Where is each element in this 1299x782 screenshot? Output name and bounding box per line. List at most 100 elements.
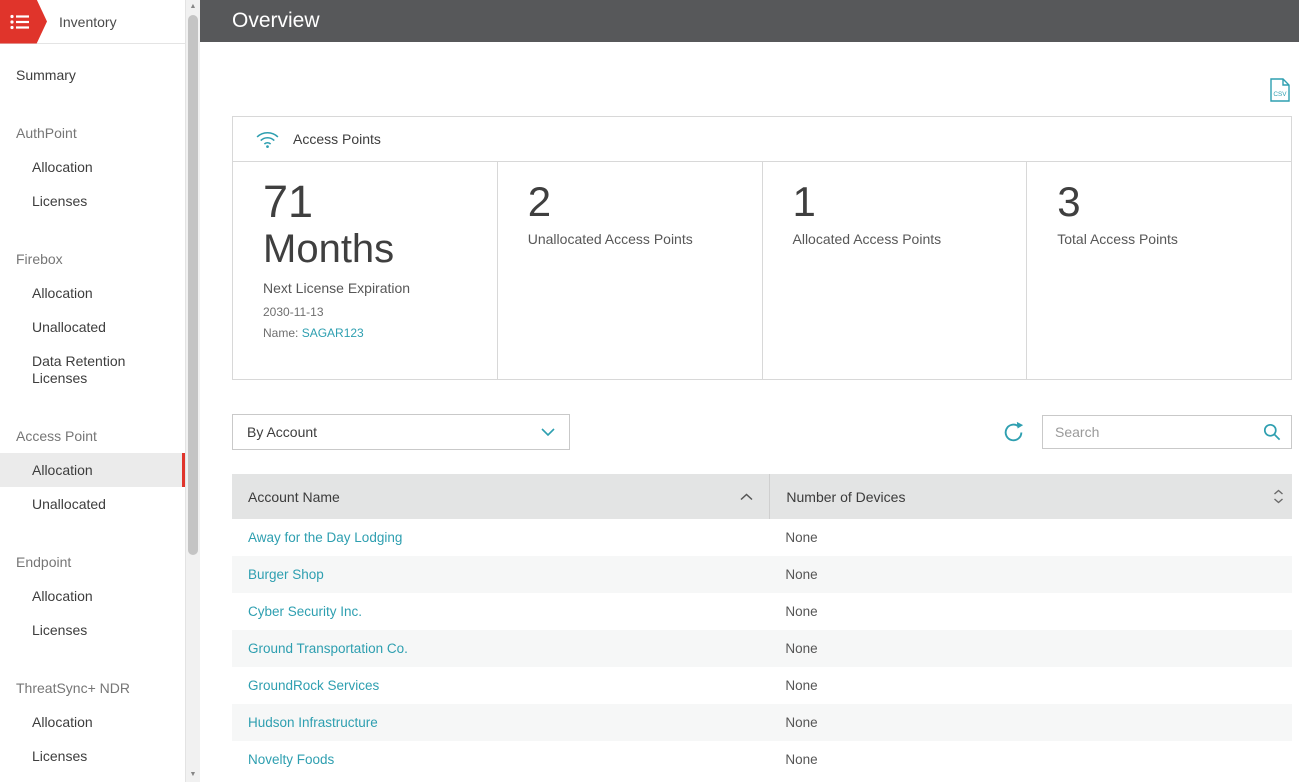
- sidebar-item-access-point-unallocated[interactable]: Unallocated: [0, 487, 185, 521]
- column-header-number-of-devices-label: Number of Devices: [786, 489, 905, 505]
- sidebar-item-authpoint-allocation[interactable]: Allocation: [0, 150, 185, 184]
- device-count-cell: None: [769, 715, 1292, 730]
- sidebar-scrollbar[interactable]: ▲ ▼: [185, 0, 200, 782]
- device-name-label: Name:: [263, 326, 298, 340]
- stat-unallocated-panel: 2 Unallocated Access Points: [498, 162, 763, 379]
- table-header-row: Account Name Number of Devices: [232, 474, 1292, 519]
- search-icon[interactable]: [1263, 423, 1281, 441]
- sidebar-section-threatsync-ndr: ThreatSync+ NDR: [0, 671, 185, 705]
- stat-allocated-label: Allocated Access Points: [793, 231, 1009, 247]
- account-name-cell: Cyber Security Inc.: [232, 604, 769, 619]
- expiration-unit: Months: [263, 227, 479, 271]
- device-count-cell: None: [769, 567, 1292, 582]
- device-count-cell: None: [769, 641, 1292, 656]
- group-by-selected-value: By Account: [247, 424, 317, 440]
- sidebar-item-endpoint-licenses[interactable]: Licenses: [0, 613, 185, 647]
- refresh-icon: [1002, 421, 1025, 444]
- account-link[interactable]: Novelty Foods: [248, 752, 334, 767]
- stat-total-value: 3: [1057, 178, 1273, 226]
- sidebar-nav: Inventory Summary AuthPoint Allocation L…: [0, 0, 185, 782]
- table-row: Hudson Infrastructure None: [232, 704, 1292, 741]
- table-row: Ground Transportation Co. None: [232, 630, 1292, 667]
- content-area: CSV Access Points 71: [200, 42, 1299, 782]
- column-header-account-name[interactable]: Account Name: [232, 474, 769, 519]
- accounts-table: Account Name Number of Devices: [232, 474, 1292, 778]
- page-header: Overview: [200, 0, 1299, 42]
- column-header-number-of-devices[interactable]: Number of Devices: [769, 474, 1292, 519]
- sidebar-item-authpoint-licenses[interactable]: Licenses: [0, 184, 185, 218]
- account-link[interactable]: Ground Transportation Co.: [248, 641, 408, 656]
- wifi-icon: [255, 129, 280, 149]
- table-row: Away for the Day Lodging None: [232, 519, 1292, 556]
- table-body: Away for the Day Lodging None Burger Sho…: [232, 519, 1292, 778]
- stat-total-label: Total Access Points: [1057, 231, 1273, 247]
- scrollbar-thumb[interactable]: [188, 15, 198, 555]
- sidebar-header: Inventory: [0, 0, 185, 44]
- device-count-cell: None: [769, 530, 1292, 545]
- sidebar: Inventory Summary AuthPoint Allocation L…: [0, 0, 200, 782]
- column-header-account-name-label: Account Name: [248, 489, 340, 505]
- account-link[interactable]: Cyber Security Inc.: [248, 604, 362, 619]
- menu-list-icon: [10, 14, 30, 30]
- account-name-cell: Novelty Foods: [232, 752, 769, 767]
- table-row: Burger Shop None: [232, 556, 1292, 593]
- sidebar-item-summary[interactable]: Summary: [0, 58, 185, 92]
- device-count-cell: None: [769, 604, 1292, 619]
- app-root: Inventory Summary AuthPoint Allocation L…: [0, 0, 1299, 782]
- sidebar-item-threatsync-licenses[interactable]: Licenses: [0, 739, 185, 773]
- main-area: Overview CSV: [200, 0, 1299, 782]
- sidebar-title: Inventory: [59, 14, 117, 30]
- sidebar-section-firebox: Firebox: [0, 242, 185, 276]
- page-title: Overview: [232, 9, 320, 33]
- expiration-device-name: Name: SAGAR123: [263, 326, 479, 340]
- expiration-label: Next License Expiration: [263, 280, 479, 296]
- sort-asc-icon: [740, 493, 753, 501]
- card-header: Access Points: [233, 117, 1291, 162]
- account-link[interactable]: Away for the Day Lodging: [248, 530, 402, 545]
- sidebar-item-firebox-unallocated[interactable]: Unallocated: [0, 310, 185, 344]
- scroll-up-icon[interactable]: ▲: [186, 0, 200, 14]
- chevron-down-icon: [541, 428, 555, 436]
- card-title: Access Points: [293, 131, 381, 147]
- sidebar-item-threatsync-allocation[interactable]: Allocation: [0, 705, 185, 739]
- csv-export-icon: CSV: [1270, 78, 1290, 102]
- search-box: [1042, 415, 1292, 449]
- sidebar-item-firebox-allocation[interactable]: Allocation: [0, 276, 185, 310]
- search-input[interactable]: [1055, 424, 1263, 440]
- device-name-link[interactable]: SAGAR123: [302, 326, 364, 340]
- access-points-summary-card: Access Points 71 Months Next License Exp…: [232, 116, 1292, 380]
- csv-export-button[interactable]: CSV: [1270, 78, 1290, 107]
- refresh-button[interactable]: [1002, 421, 1025, 444]
- sidebar-section-access-point: Access Point: [0, 419, 185, 453]
- stat-allocated-panel: 1 Allocated Access Points: [763, 162, 1028, 379]
- device-count-cell: None: [769, 752, 1292, 767]
- stat-allocated-value: 1: [793, 178, 1009, 226]
- card-body: 71 Months Next License Expiration 2030-1…: [233, 162, 1291, 379]
- sidebar-item-endpoint-allocation[interactable]: Allocation: [0, 579, 185, 613]
- device-count-cell: None: [769, 678, 1292, 693]
- account-link[interactable]: Hudson Infrastructure: [248, 715, 378, 730]
- account-name-cell: Hudson Infrastructure: [232, 715, 769, 730]
- sort-both-icon: [1273, 489, 1284, 504]
- table-row: Novelty Foods None: [232, 741, 1292, 778]
- group-by-dropdown[interactable]: By Account: [232, 414, 570, 450]
- sidebar-section-authpoint: AuthPoint: [0, 116, 185, 150]
- svg-text:CSV: CSV: [1273, 91, 1287, 98]
- export-toolbar: CSV: [232, 42, 1292, 116]
- account-name-cell: Burger Shop: [232, 567, 769, 582]
- menu-logo-button[interactable]: [0, 0, 47, 44]
- stat-total-panel: 3 Total Access Points: [1027, 162, 1291, 379]
- table-row: GroundRock Services None: [232, 667, 1292, 704]
- sidebar-item-firebox-data-retention-licenses[interactable]: Data Retention Licenses: [0, 344, 185, 395]
- sidebar-item-access-point-allocation[interactable]: Allocation: [0, 453, 185, 487]
- account-name-cell: Away for the Day Lodging: [232, 530, 769, 545]
- sidebar-section-endpoint: Endpoint: [0, 545, 185, 579]
- sidebar-menu: Summary AuthPoint Allocation Licenses Fi…: [0, 44, 185, 773]
- stat-unallocated-value: 2: [528, 178, 744, 226]
- table-row: Cyber Security Inc. None: [232, 593, 1292, 630]
- account-link[interactable]: Burger Shop: [248, 567, 324, 582]
- filter-row: By Account: [232, 414, 1292, 450]
- scroll-down-icon[interactable]: ▼: [186, 768, 200, 782]
- expiration-date: 2030-11-13: [263, 305, 479, 319]
- account-link[interactable]: GroundRock Services: [248, 678, 379, 693]
